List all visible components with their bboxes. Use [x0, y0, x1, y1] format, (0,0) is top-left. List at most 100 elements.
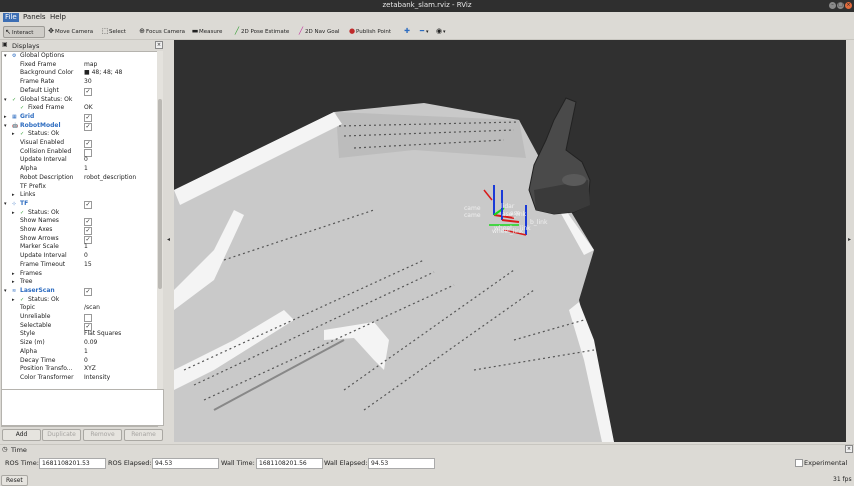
display-tree-row[interactable]: Robot Description robot_description	[2, 174, 157, 183]
collapsed-arrow-icon[interactable]: ▸	[4, 113, 7, 122]
display-tree-row[interactable]: Collision Enabled	[2, 148, 157, 157]
ros-elapsed-field[interactable]: 94.53	[152, 458, 219, 469]
reset-button[interactable]: Reset	[1, 475, 28, 486]
collapsed-arrow-icon[interactable]: ▸	[12, 278, 15, 287]
display-tree-value[interactable]: 0	[84, 252, 88, 261]
display-tree-row[interactable]: Update Interval 0	[2, 252, 157, 261]
display-tree-row[interactable]: Alpha 1	[2, 165, 157, 174]
display-tree-row[interactable]: Show Axes ✓	[2, 226, 157, 235]
display-tree-row[interactable]: Show Names ✓	[2, 217, 157, 227]
duplicate-display-button[interactable]: Duplicate	[42, 429, 81, 441]
display-tree-value[interactable]: OK	[84, 104, 93, 113]
focus-camera-tool-button[interactable]: ⊕Focus Camera	[138, 26, 185, 37]
display-tree-row[interactable]: ▸ ✓ Status: Ok	[2, 209, 157, 218]
display-tree-row[interactable]: Topic/scan	[2, 304, 157, 313]
display-tree-row[interactable]: Fixed Frame map	[2, 61, 157, 70]
experimental-checkbox[interactable]	[795, 459, 803, 467]
display-tree-value[interactable]: 1	[84, 243, 88, 252]
displays-tree[interactable]: ▾ ⚙ Global Options Fixed Frame map Background…	[1, 51, 158, 427]
display-tree-value[interactable]: 15	[84, 261, 92, 270]
display-tree-row[interactable]: ▸ Frames	[2, 270, 157, 279]
display-tree-row[interactable]: ▾ ✓ Global Status: Ok	[2, 96, 157, 105]
select-tool-button[interactable]: ⬚Select	[101, 26, 126, 37]
display-tree-value[interactable]: ■ 48; 48; 48	[84, 69, 122, 78]
displays-scrollbar[interactable]	[157, 51, 163, 425]
display-tree-row[interactable]: ▾ ⊹ TF ✓	[2, 200, 157, 209]
menu-panels[interactable]: Panels	[21, 13, 48, 22]
remove-tool-button[interactable]: ━ ▾	[418, 26, 429, 37]
ros-time-field[interactable]: 1681108201.53	[39, 458, 106, 469]
display-tree-row[interactable]: ▸ ▦ Grid ✓	[2, 113, 157, 122]
collapsed-arrow-icon[interactable]: ▸	[12, 296, 15, 305]
menu-file[interactable]: File	[3, 13, 19, 22]
camera-type-button[interactable]: ◉▾	[435, 26, 446, 37]
collapsed-arrow-icon[interactable]: ▸	[12, 130, 15, 139]
move-camera-tool-button[interactable]: ✥Move Camera	[47, 26, 93, 37]
collapsed-arrow-icon[interactable]: ▸	[12, 191, 15, 200]
wall-elapsed-field[interactable]: 94.53	[368, 458, 435, 469]
display-tree-row[interactable]: Visual Enabled ✓	[2, 139, 157, 148]
display-tree-row[interactable]: Position Transfo... XYZ	[2, 365, 157, 374]
nav-goal-tool-button[interactable]: ╱ 2D Nav Goal	[297, 26, 340, 37]
display-tree-row[interactable]: Update Interval 0	[2, 156, 157, 165]
time-panel-close-icon[interactable]: ×	[845, 445, 853, 453]
collapsed-arrow-icon[interactable]: ▸	[12, 209, 15, 218]
display-tree-row[interactable]: Frame Rate 30	[2, 78, 157, 87]
collapsed-arrow-icon[interactable]: ▸	[12, 270, 15, 279]
display-tree-row[interactable]: ✓ Fixed Frame OK	[2, 104, 157, 113]
expanded-arrow-icon[interactable]: ▾	[4, 200, 7, 209]
measure-tool-button[interactable]: ▬Measure	[191, 26, 223, 37]
display-tree-value[interactable]: 0.09	[84, 339, 97, 348]
display-tree-row[interactable]: Selectable ✓	[2, 322, 157, 331]
display-tree-row[interactable]: TF Prefix	[2, 183, 157, 192]
interact-tool-button[interactable]: ↖Interact	[3, 26, 45, 38]
display-tree-value[interactable]: XYZ	[84, 365, 96, 374]
display-tree-value[interactable]: map	[84, 61, 97, 70]
display-tree-row[interactable]: ▾ ⚙ Global Options	[2, 52, 157, 61]
display-tree-row[interactable]: Show Arrows ✓	[2, 235, 157, 244]
display-tree-row[interactable]: ▸ Tree	[2, 278, 157, 287]
close-button[interactable]: ×	[845, 2, 852, 9]
display-tree-value[interactable]: Intensity	[84, 374, 110, 383]
display-tree-value[interactable]: 30	[84, 78, 92, 87]
rename-display-button[interactable]: Rename	[124, 429, 163, 441]
add-tool-button[interactable]: ✚	[403, 26, 411, 37]
remove-display-button[interactable]: Remove	[83, 429, 122, 441]
display-tree-row[interactable]: ▸ Links	[2, 191, 157, 200]
pose-estimate-tool-button[interactable]: ╱ 2D Pose Estimate	[233, 26, 289, 37]
display-tree-row[interactable]: Style Flat Squares	[2, 330, 157, 339]
display-tree-row[interactable]: ▾ ≋ LaserScan ✓	[2, 287, 157, 296]
display-tree-value[interactable]: 1	[84, 165, 88, 174]
display-tree-row[interactable]: ▸ ✓ Status: Ok	[2, 296, 157, 305]
add-display-button[interactable]: Add	[2, 429, 41, 441]
display-tree-row[interactable]: Color Transformer Intensity	[2, 374, 157, 383]
display-tree-value[interactable]: 1	[84, 348, 88, 357]
display-tree-row[interactable]: Alpha 1	[2, 348, 157, 357]
expanded-arrow-icon[interactable]: ▾	[4, 122, 7, 131]
expanded-arrow-icon[interactable]: ▾	[4, 96, 7, 105]
display-tree-row[interactable]: Unreliable	[2, 313, 157, 322]
3d-viewport[interactable]: came came lidar ase ase_link b_link whee…	[174, 40, 846, 442]
display-tree-value[interactable]: Flat Squares	[84, 330, 121, 339]
display-tree-row[interactable]: Background Color ■ 48; 48; 48	[2, 69, 157, 78]
expanded-arrow-icon[interactable]: ▾	[4, 287, 7, 296]
maximize-button[interactable]: □	[837, 2, 844, 9]
display-tree-value[interactable]: robot_description	[84, 174, 136, 183]
panel-close-icon[interactable]: ×	[155, 41, 163, 49]
display-tree-row[interactable]: Default Light ✓	[2, 87, 157, 96]
publish-point-tool-button[interactable]: ●Publish Point	[348, 26, 391, 37]
display-tree-value[interactable]: /scan	[84, 304, 100, 313]
display-tree-row[interactable]: ▾ 🤖 RobotModel ✓	[2, 122, 157, 131]
menu-help[interactable]: Help	[48, 13, 68, 22]
display-tree-row[interactable]: Frame Timeout 15	[2, 261, 157, 270]
minimize-button[interactable]: –	[829, 2, 836, 9]
collapse-left-icon[interactable]: ◂	[167, 236, 170, 243]
wall-time-field[interactable]: 1681108201.56	[256, 458, 323, 469]
display-tree-row[interactable]: Size (m) 0.09	[2, 339, 157, 348]
display-tree-value[interactable]: 0	[84, 357, 88, 366]
display-tree-value[interactable]: 0	[84, 156, 88, 165]
display-tree-row[interactable]: Marker Scale 1	[2, 243, 157, 252]
display-tree-row[interactable]: Decay Time 0	[2, 357, 157, 366]
expanded-arrow-icon[interactable]: ▾	[4, 52, 7, 61]
scrollbar-thumb[interactable]	[158, 99, 162, 289]
